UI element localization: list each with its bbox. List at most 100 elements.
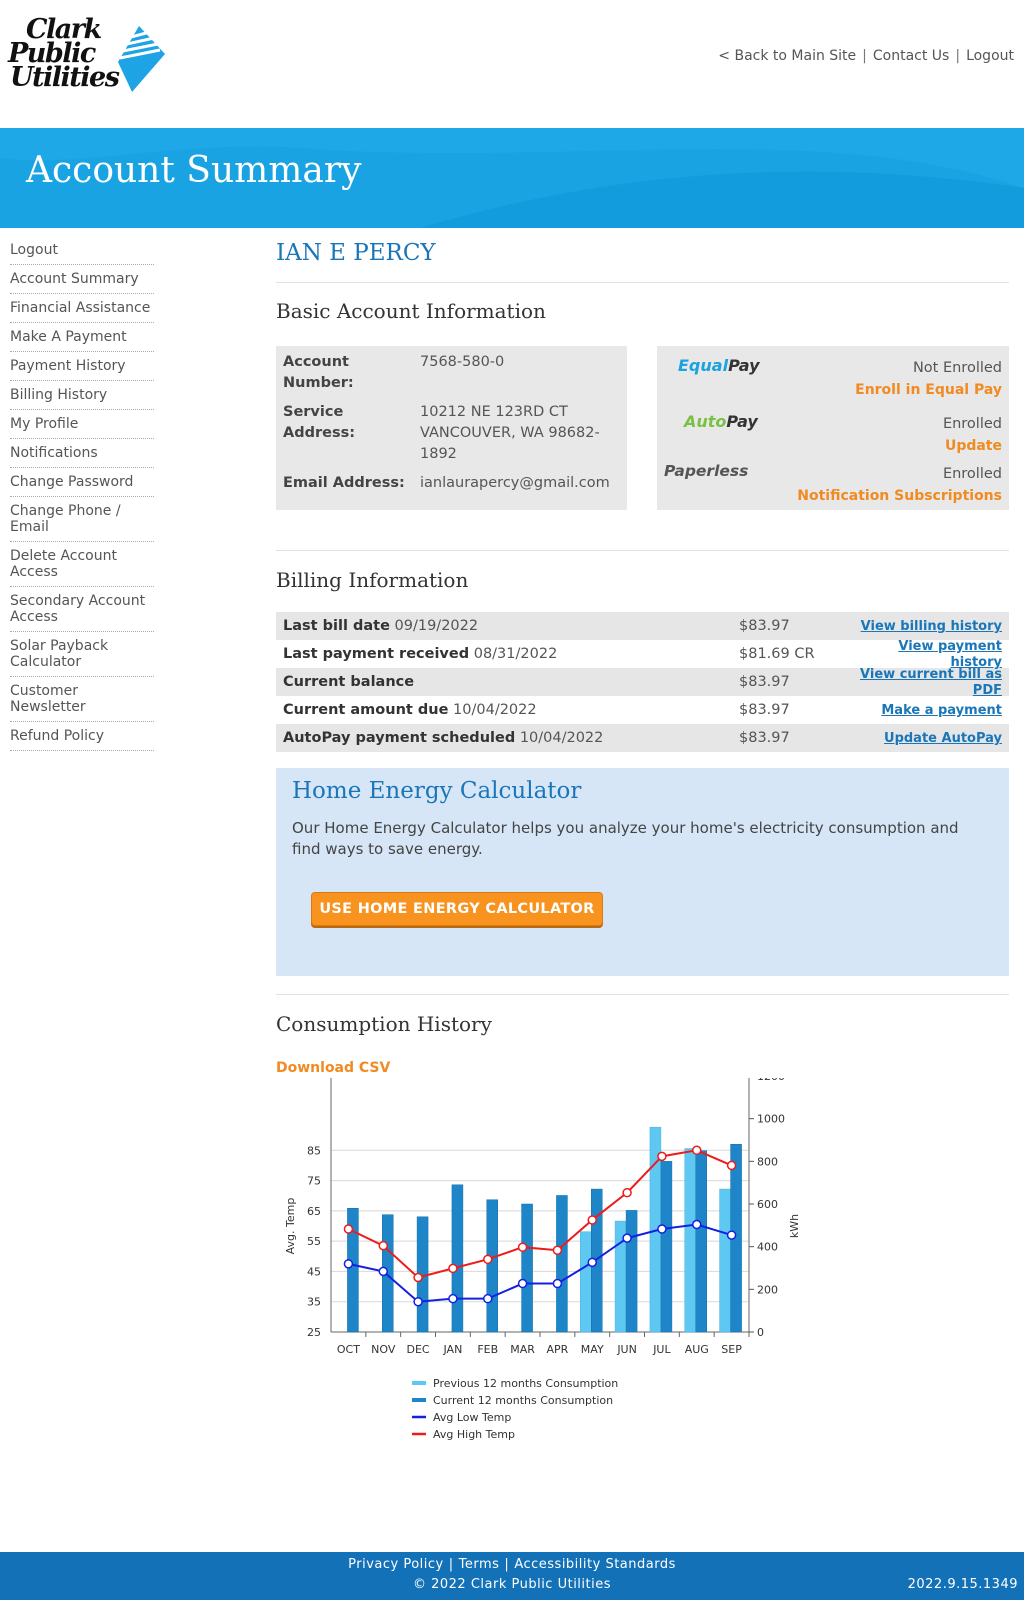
legend-label: Current 12 months Consumption xyxy=(433,1394,613,1407)
hec-title: Home Energy Calculator xyxy=(292,778,582,804)
sidebar-item-financial-assistance[interactable]: Financial Assistance xyxy=(10,294,154,323)
billing-row-label: Current balance xyxy=(276,674,739,690)
copyright: © 2022 Clark Public Utilities xyxy=(412,1577,612,1592)
download-csv-link[interactable]: Download CSV xyxy=(276,1060,390,1076)
programs-box: EqualPay Not Enrolled Enroll in Equal Pa… xyxy=(657,346,1009,510)
logout-link[interactable]: Logout xyxy=(966,48,1014,64)
avg-low-temp-point xyxy=(726,1230,737,1240)
consumption-chart: 85 75 65 55 45 35 25 1200 1000 800 600 400 200 0 Avg. … xyxy=(284,1078,801,1441)
x-tick-label: MAR xyxy=(510,1343,535,1356)
x-tick-label: NOV xyxy=(371,1343,396,1356)
privacy-policy-link[interactable]: Privacy Policy xyxy=(348,1557,444,1572)
sidebar-item-customer-newsletter[interactable]: Customer Newsletter xyxy=(10,677,154,722)
account-number-label: Account Number: xyxy=(283,354,354,391)
bar-current-consumption xyxy=(451,1184,464,1333)
y-tick-left-label: 35 xyxy=(307,1296,321,1309)
billing-row-label: AutoPay payment scheduled 10/04/2022 xyxy=(276,730,739,746)
enroll-equal-pay-link[interactable]: Enroll in Equal Pay xyxy=(855,382,1002,398)
sidebar-item-refund-policy[interactable]: Refund Policy xyxy=(10,722,154,751)
use-home-energy-calculator-button[interactable]: USE HOME ENERGY CALCULATOR xyxy=(311,892,603,926)
billing-amount: $83.97 xyxy=(739,618,790,634)
header: Clark Public Utilities < Back to Main Si… xyxy=(0,0,1024,128)
email-row: Email Address: ianlaurapercy@gmail.com xyxy=(283,473,620,494)
bar-previous-consumption xyxy=(719,1188,731,1333)
avg-low-temp-point xyxy=(448,1293,458,1304)
y-tick-left-label: 85 xyxy=(307,1144,321,1157)
avg-high-temp-line xyxy=(347,1149,732,1279)
email-label: Email Address: xyxy=(283,475,405,491)
company-logo[interactable]: Clark Public Utilities xyxy=(6,16,166,100)
x-tick-label: OCT xyxy=(337,1343,360,1356)
avg-high-temp-point xyxy=(657,1151,667,1162)
accessibility-standards-link[interactable]: Accessibility Standards xyxy=(514,1557,676,1572)
paperless-status: Enrolled xyxy=(942,466,1002,482)
sidebar-item-notifications[interactable]: Notifications xyxy=(10,439,154,468)
avg-low-temp-point xyxy=(378,1266,388,1277)
bar-current-consumption xyxy=(660,1161,673,1333)
avg-high-temp-point xyxy=(726,1160,737,1171)
equalpay-status: Not Enrolled xyxy=(912,360,1002,376)
logo-line-3: Utilities xyxy=(10,62,120,93)
account-info-box: Account Number: 7568-580-0 Service Addre… xyxy=(276,346,627,510)
billing-row-label: Last payment received 08/31/2022 xyxy=(276,646,739,662)
sidebar-item-secondary-account-access[interactable]: Secondary Account Access xyxy=(10,587,154,632)
avg-low-temp-point xyxy=(413,1296,423,1307)
logo-drop-icon xyxy=(117,26,165,92)
legend-label: Previous 12 months Consumption xyxy=(433,1377,618,1390)
back-to-main-site-link[interactable]: < Back to Main Site xyxy=(718,48,856,64)
service-address-row: Service Address: 10212 NE 123RD CT VANCO… xyxy=(283,402,620,465)
notification-subscriptions-link[interactable]: Notification Subscriptions xyxy=(797,488,1002,504)
consumption-history-title: Consumption History xyxy=(276,1012,492,1036)
update-autopay-link[interactable]: Update xyxy=(945,438,1002,454)
sidebar-item-payment-history[interactable]: Payment History xyxy=(10,352,154,381)
page-banner: Account Summary xyxy=(0,128,1024,228)
avg-low-temp-point xyxy=(552,1278,563,1289)
x-tick-label: JAN xyxy=(443,1343,463,1356)
avg-high-temp-point xyxy=(448,1263,458,1274)
billing-info-title: Billing Information xyxy=(276,568,469,592)
sidebar-item-logout[interactable]: Logout xyxy=(10,236,154,265)
terms-link[interactable]: Terms xyxy=(459,1557,500,1572)
x-tick-label: APR xyxy=(547,1343,569,1356)
sidebar-item-account-summary[interactable]: Account Summary xyxy=(10,265,154,294)
avg-low-temp-point xyxy=(483,1293,493,1304)
billing-row: Last bill date 09/19/2022 $83.97 View bi… xyxy=(276,612,1009,640)
billing-date: 08/31/2022 xyxy=(473,646,558,662)
y-tick-left-label: 65 xyxy=(307,1205,321,1218)
avg-low-temp-point xyxy=(657,1224,667,1234)
separator: | xyxy=(955,48,961,64)
sidebar-item-change-phone-email[interactable]: Change Phone / Email xyxy=(10,497,154,542)
sidebar-item-delete-account-access[interactable]: Delete Account Access xyxy=(10,542,154,587)
view-current-bill-pdf-link[interactable]: View current bill as PDF xyxy=(860,667,1002,698)
sidebar-item-change-password[interactable]: Change Password xyxy=(10,468,154,497)
view-billing-history-link[interactable]: View billing history xyxy=(861,619,1002,634)
paperless-logo: Paperless xyxy=(664,462,749,480)
x-tick-label: JUN xyxy=(616,1343,637,1356)
avg-high-temp-point xyxy=(483,1254,493,1265)
y-tick-right-label: 1000 xyxy=(757,1113,785,1126)
bar-current-consumption xyxy=(521,1203,533,1333)
contact-us-link[interactable]: Contact Us xyxy=(873,48,949,64)
separator: | xyxy=(504,1557,510,1572)
update-autopay-billing-link[interactable]: Update AutoPay xyxy=(884,731,1002,746)
billing-label-text: Current amount due xyxy=(283,702,449,718)
sidebar-item-make-a-payment[interactable]: Make A Payment xyxy=(10,323,154,352)
y-tick-right-label: 200 xyxy=(757,1283,778,1296)
avg-high-temp-point xyxy=(552,1245,563,1255)
equalpay-logo-part-2: Pay xyxy=(728,356,760,375)
sidebar-item-my-profile[interactable]: My Profile xyxy=(10,410,154,439)
footer-links: Privacy Policy | Terms | Accessibility Stand… xyxy=(0,1557,1024,1572)
sidebar-item-solar-payback-calculator[interactable]: Solar Payback Calculator xyxy=(10,632,154,677)
sidebar-item-billing-history[interactable]: Billing History xyxy=(10,381,154,410)
billing-amount: $81.69 CR xyxy=(739,646,815,662)
bar-current-consumption xyxy=(695,1150,707,1333)
avg-low-temp-point xyxy=(587,1257,597,1268)
y-axis-right-title: kWh xyxy=(788,1214,801,1238)
customer-name: IAN E PERCY xyxy=(276,236,1009,283)
page-title: Account Summary xyxy=(26,150,362,191)
billing-label-text: Last payment received xyxy=(283,646,470,662)
sidebar-nav: Logout Account Summary Financial Assista… xyxy=(10,236,154,751)
billing-row: Current amount due 10/04/2022 $83.97 Mak… xyxy=(276,696,1009,724)
y-tick-right-label: 1200 xyxy=(757,1078,785,1083)
make-a-payment-link[interactable]: Make a payment xyxy=(881,703,1002,718)
